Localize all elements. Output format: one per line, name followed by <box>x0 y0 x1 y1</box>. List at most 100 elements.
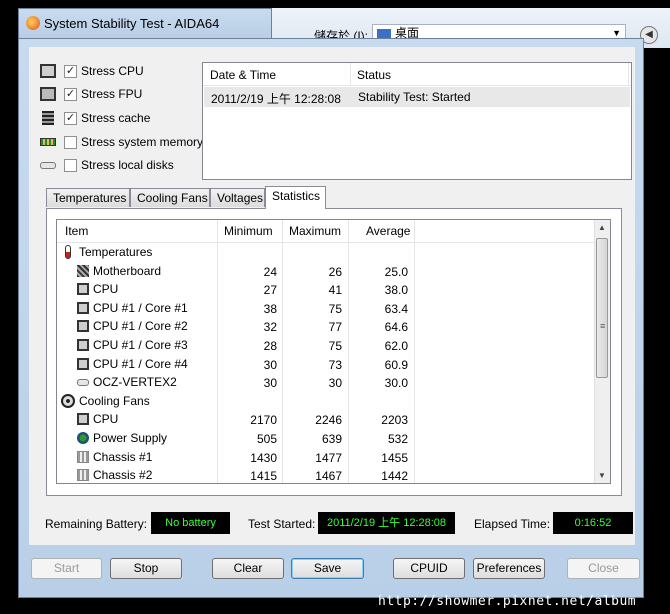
grid-cell-maximum: 1467 <box>315 469 342 484</box>
grid-header-average[interactable]: Average <box>366 224 410 238</box>
grid-cell-maximum: 26 <box>328 264 342 279</box>
grid-row[interactable]: CPU #1 / Core #2 32 77 64.6 <box>57 317 596 336</box>
grid-cell-average: 62.0 <box>384 339 408 353</box>
stress-checkbox[interactable]: ✓ <box>64 111 77 125</box>
grid-row[interactable]: Power Supply 505 639 532 <box>57 429 596 448</box>
grid-cell-maximum: 75 <box>328 339 342 353</box>
grid-row-name: Chassis #2 <box>93 468 153 483</box>
log-header-datetime[interactable]: Date & Time <box>210 68 276 82</box>
log-row-status: Stability Test: Started <box>358 90 471 104</box>
grid-row-name: Temperatures <box>79 245 153 259</box>
grid-row-item: Cooling Fans <box>61 393 150 408</box>
grid-row-name: OCZ-VERTEX2 <box>93 375 177 390</box>
cache-icon <box>42 111 54 125</box>
scrollbar-thumb[interactable]: ≡ <box>596 238 608 378</box>
grid-row[interactable]: Chassis #1 1430 1477 1455 <box>57 448 596 467</box>
tab-temperatures[interactable]: Temperatures <box>46 188 130 207</box>
stress-option-row[interactable]: Stress local disks <box>40 156 174 174</box>
cpu-icon <box>40 64 56 78</box>
stress-option-label: Stress CPU <box>81 64 144 78</box>
grid-row-item: CPU #1 / Core #2 <box>77 319 188 333</box>
log-header-status[interactable]: Status <box>357 68 391 82</box>
stress-option-row[interactable]: ✓ Stress CPU <box>40 62 144 80</box>
motherboard-icon <box>77 264 89 277</box>
grid-cell-minimum: 1430 <box>250 450 277 465</box>
stop-button[interactable]: Stop <box>110 558 182 579</box>
grid-vertical-scrollbar[interactable]: ▲ ≡ ▼ <box>594 220 610 483</box>
stress-option-label: Stress FPU <box>81 87 143 101</box>
clear-button[interactable]: Clear <box>212 558 284 579</box>
grid-group-row[interactable]: Cooling Fans <box>57 392 596 411</box>
aida64-app-icon <box>26 16 40 30</box>
statistics-grid[interactable]: Item Minimum Maximum Average Temperature… <box>56 219 611 484</box>
grid-row-name: Motherboard <box>93 263 162 278</box>
grid-cell-minimum: 24 <box>263 264 277 279</box>
stress-option-label: Stress system memory <box>81 135 204 149</box>
fpu-icon <box>40 87 56 101</box>
event-log-table[interactable]: Date & Time Status 2011/2/19 上午 12:28:08… <box>202 62 632 180</box>
disk-icon <box>77 378 89 386</box>
grid-header-minimum[interactable]: Minimum <box>224 224 273 238</box>
stress-option-row[interactable]: ✓ Stress FPU <box>40 85 142 103</box>
tab-statistics[interactable]: Statistics <box>265 186 326 209</box>
stress-option-row[interactable]: ✓ Stress cache <box>40 109 150 127</box>
grid-cell-average: 25.0 <box>384 264 408 279</box>
save-button[interactable]: Save <box>291 558 364 579</box>
chassis-icon <box>77 450 89 463</box>
grid-cell-average: 30.0 <box>384 376 408 391</box>
grid-cell-minimum: 30 <box>263 376 277 391</box>
stress-checkbox[interactable]: ✓ <box>64 64 77 78</box>
grid-cell-average: 1455 <box>381 450 408 465</box>
test-started-display: 2011/2/19 上午 12:28:08 <box>318 512 455 534</box>
grid-header-item[interactable]: Item <box>65 224 88 238</box>
preferences-button[interactable]: Preferences <box>473 558 545 579</box>
log-row-datetime: 2011/2/19 上午 12:28:08 <box>211 92 341 106</box>
column-separator <box>628 63 629 85</box>
grid-row-item: Chassis #2 <box>77 468 152 482</box>
grid-row-name: Power Supply <box>93 431 168 445</box>
grid-row-item: CPU #1 / Core #4 <box>77 357 188 371</box>
tab-cooling-fans[interactable]: Cooling Fans <box>130 188 210 207</box>
watermark-url: http://showmer.pixnet.net/album <box>378 594 637 609</box>
battery-display: No battery <box>151 512 230 534</box>
grid-row-item: Power Supply <box>77 431 167 445</box>
grid-row[interactable]: CPU 27 41 38.0 <box>57 280 596 299</box>
cpu-icon <box>77 320 89 333</box>
grid-cell-minimum: 30 <box>263 357 277 372</box>
grid-row[interactable]: CPU 2170 2246 2203 <box>57 410 596 429</box>
start-button[interactable]: Start <box>31 558 102 579</box>
cpu-icon <box>77 283 89 296</box>
stress-checkbox[interactable]: ✓ <box>64 87 77 101</box>
grid-cell-average: 38.0 <box>384 283 408 298</box>
stress-option-row[interactable]: Stress system memory <box>40 133 203 151</box>
stress-checkbox[interactable] <box>64 135 77 149</box>
grid-cell-minimum: 27 <box>263 283 277 298</box>
grid-group-row[interactable]: Temperatures <box>57 243 596 262</box>
cpuid-button[interactable]: CPUID <box>393 558 465 579</box>
stress-checkbox[interactable] <box>64 158 77 172</box>
grid-header-maximum[interactable]: Maximum <box>289 224 341 238</box>
test-started-label: Test Started: <box>248 517 316 531</box>
tab-voltages[interactable]: Voltages <box>210 188 265 207</box>
grid-row[interactable]: CPU #1 / Core #1 38 75 63.4 <box>57 299 596 318</box>
grid-row[interactable]: CPU #1 / Core #3 28 75 62.0 <box>57 336 596 355</box>
grid-cell-average: 1442 <box>381 469 408 484</box>
grid-header-row: Item Minimum Maximum Average <box>57 220 596 243</box>
battery-label: Remaining Battery: <box>45 517 148 531</box>
elapsed-time-label: Elapsed Time: <box>474 517 551 531</box>
grid-cell-maximum: 75 <box>328 301 342 316</box>
close-button[interactable]: Close <box>567 558 640 579</box>
grid-row[interactable]: Chassis #2 1415 1467 1442 <box>57 466 596 484</box>
cpu-icon <box>77 339 89 351</box>
grid-row[interactable]: OCZ-VERTEX2 30 30 30.0 <box>57 373 596 392</box>
grid-row[interactable]: Motherboard 24 26 25.0 <box>57 262 596 281</box>
scroll-down-icon[interactable]: ▼ <box>598 471 606 480</box>
memory-icon <box>40 138 56 146</box>
scroll-up-icon[interactable]: ▲ <box>598 223 606 232</box>
grid-cell-maximum: 41 <box>328 283 342 298</box>
log-row[interactable]: 2011/2/19 上午 12:28:08 Stability Test: St… <box>204 87 630 107</box>
grid-row-name: CPU <box>93 282 119 297</box>
grid-row-item: Chassis #1 <box>77 450 152 464</box>
grid-row[interactable]: CPU #1 / Core #4 30 73 60.9 <box>57 355 596 374</box>
grid-cell-minimum: 505 <box>256 432 277 446</box>
